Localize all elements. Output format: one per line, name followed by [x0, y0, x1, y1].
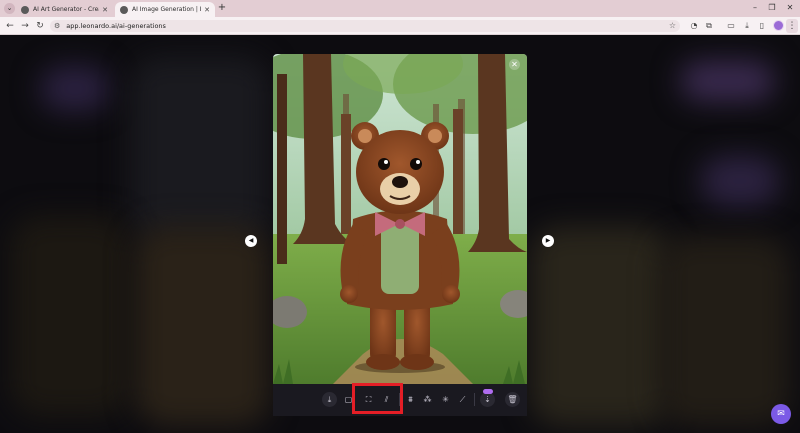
- motion-generate-icon[interactable]: ⇣: [480, 392, 495, 407]
- new-tab-plus-icon[interactable]: +: [216, 2, 228, 14]
- reload-icon[interactable]: ↻: [34, 20, 46, 32]
- window-close-icon[interactable]: ✕: [783, 2, 797, 14]
- edit-canvas-wand-icon[interactable]: ⟋: [455, 392, 470, 407]
- cast-icon[interactable]: ▭: [725, 20, 737, 32]
- delete-trash-icon[interactable]: 🗑: [505, 392, 520, 407]
- image-viewer-modal: [273, 54, 527, 416]
- blurred-content: [660, 236, 790, 426]
- highlighted-action-group: [352, 383, 403, 414]
- browser-tab-bar: ⌄ AI Art Generator - Create Art... ✕ AI …: [0, 0, 800, 17]
- back-arrow-left-icon[interactable]: ←: [4, 20, 16, 32]
- media-icon[interactable]: ◔: [688, 20, 700, 32]
- previous-image-chevron-left-icon[interactable]: ◀: [245, 235, 257, 247]
- browser-tab-ai-art-generator[interactable]: AI Art Generator - Create Art... ✕: [16, 2, 113, 17]
- generated-image: [273, 54, 527, 384]
- restore-icon[interactable]: ❐: [765, 2, 779, 14]
- image-to-image-icon[interactable]: ⁂: [420, 392, 435, 407]
- modal-close-icon[interactable]: ✕: [509, 59, 520, 70]
- browser-tab-ai-image-generation[interactable]: AI Image Generation | Leonar... ✕: [115, 2, 215, 17]
- blurred-content: [130, 56, 270, 246]
- tab-title: AI Image Generation | Leonar...: [132, 6, 201, 13]
- blurred-content: [680, 61, 775, 101]
- tab-favicon-icon: [120, 5, 128, 14]
- minimize-icon[interactable]: –: [748, 2, 762, 14]
- forward-arrow-right-icon[interactable]: →: [19, 20, 31, 32]
- support-chat-icon[interactable]: ✉: [771, 404, 791, 424]
- bookmark-star-icon[interactable]: ☆: [669, 20, 676, 32]
- url-text: app.leonardo.ai/ai-generations: [66, 22, 166, 30]
- teddy-bear-forest-image: [273, 54, 527, 384]
- site-info-tune-icon[interactable]: ⚙: [54, 22, 60, 30]
- extensions-puzzle-icon[interactable]: ⧉: [703, 20, 715, 32]
- new-feature-badge: [483, 389, 493, 394]
- tab-title: AI Art Generator - Create Art...: [33, 6, 99, 13]
- address-bar[interactable]: ⚙ app.leonardo.ai/ai-generations ☆: [50, 20, 680, 32]
- profile-avatar[interactable]: [773, 20, 784, 31]
- browser-menu-kebab-icon[interactable]: ⋮: [786, 19, 798, 33]
- blurred-content: [135, 226, 270, 426]
- tab-search-chevron-down-icon[interactable]: ⌄: [4, 3, 15, 14]
- tab-close-icon[interactable]: ✕: [204, 6, 210, 14]
- blurred-content: [10, 216, 130, 416]
- blurred-content: [40, 66, 110, 111]
- browser-toolbar: ← → ↻ ⚙ app.leonardo.ai/ai-generations ☆…: [0, 17, 800, 35]
- next-image-chevron-right-icon[interactable]: ▶: [542, 235, 554, 247]
- tab-close-icon[interactable]: ✕: [102, 6, 108, 14]
- tab-favicon-icon: [21, 5, 29, 14]
- divider: [474, 393, 475, 406]
- remove-background-icon[interactable]: ⩩: [403, 392, 418, 407]
- side-panel-icon[interactable]: ▯: [756, 20, 768, 32]
- variation-sparkle-icon[interactable]: ✳: [438, 392, 453, 407]
- blurred-content: [700, 156, 780, 206]
- blurred-content: [530, 226, 670, 426]
- download-image-icon[interactable]: ⤓: [322, 392, 337, 407]
- download-icon[interactable]: ⤓: [741, 20, 753, 32]
